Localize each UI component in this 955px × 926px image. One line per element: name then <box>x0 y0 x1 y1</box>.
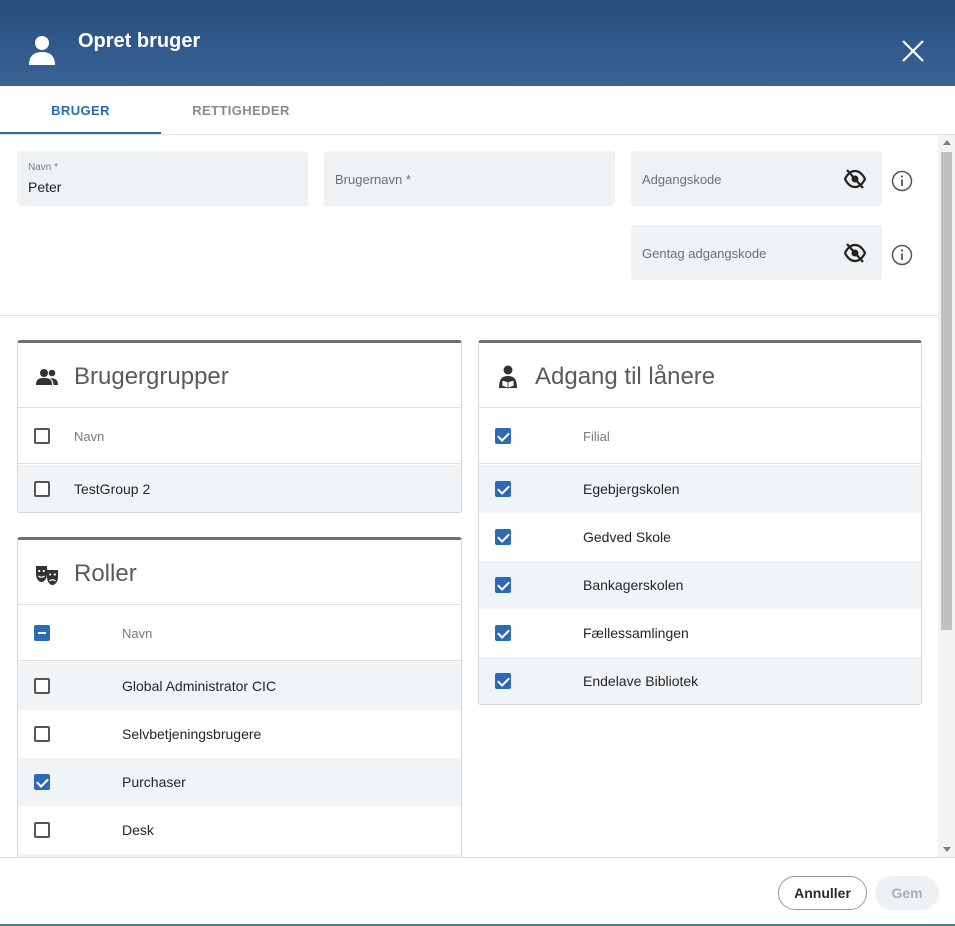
row-label: Desk <box>122 822 154 838</box>
table-row[interactable]: Selvbetjeningsbrugere <box>18 710 461 758</box>
panel-header: Brugergrupper <box>18 343 461 408</box>
vertical-scrollbar[interactable] <box>938 135 955 857</box>
table-row[interactable]: Endelave Bibliotek <box>479 657 921 704</box>
info-icon[interactable] <box>891 170 913 192</box>
table-row[interactable]: Bankagerskolen <box>479 561 921 609</box>
borrower-access-panel: Adgang til lånere Filial Egebjergskolen … <box>478 340 922 705</box>
password-field[interactable]: Adgangskode <box>631 151 882 206</box>
row-label: Selvbetjeningsbrugere <box>122 726 262 742</box>
table-header-row: Filial <box>479 408 921 464</box>
row-checkbox[interactable] <box>495 625 511 641</box>
row-label: Gedved Skole <box>583 529 671 545</box>
roles-panel: Roller Navn Global Administrator CIC Sel… <box>17 537 462 877</box>
section-divider <box>0 315 938 316</box>
tab-bar: BRUGER RETTIGHEDER <box>0 86 955 135</box>
row-label: Fællessamlingen <box>583 625 689 641</box>
table-row[interactable]: Fællessamlingen <box>479 609 921 657</box>
dialog-header: Opret bruger <box>0 0 955 86</box>
people-icon <box>36 369 58 385</box>
row-label: Purchaser <box>122 774 186 790</box>
name-field[interactable]: Navn * Peter <box>17 151 308 206</box>
row-label: Endelave Bibliotek <box>583 673 699 689</box>
select-all-checkbox[interactable] <box>34 428 50 444</box>
panel-header: Adgang til lånere <box>479 343 921 408</box>
table-row[interactable]: Gedved Skole <box>479 513 921 561</box>
select-all-checkbox[interactable] <box>495 428 511 444</box>
tab-rettigheder[interactable]: RETTIGHEDER <box>161 86 321 134</box>
name-field-value: Peter <box>28 179 62 195</box>
scrollbar-thumb[interactable] <box>941 152 952 630</box>
column-header: Navn <box>122 626 153 641</box>
row-checkbox[interactable] <box>495 481 511 497</box>
save-button[interactable]: Gem <box>875 876 939 910</box>
row-label: TestGroup 2 <box>74 481 151 497</box>
panel-title: Adgang til lånere <box>535 363 716 390</box>
table-row[interactable]: Desk <box>18 806 461 854</box>
repeat-password-placeholder: Gentag adgangskode <box>642 246 767 261</box>
reader-icon <box>499 365 517 389</box>
username-field[interactable]: Brugernavn * <box>324 151 615 206</box>
eye-off-icon[interactable] <box>844 169 866 189</box>
row-checkbox[interactable] <box>495 673 511 689</box>
info-icon[interactable] <box>891 244 913 266</box>
scroll-down-arrow-icon[interactable] <box>943 847 951 852</box>
column-header: Filial <box>583 429 610 444</box>
panel-title: Brugergrupper <box>74 363 229 390</box>
tab-bruger[interactable]: BRUGER <box>0 86 161 134</box>
close-icon[interactable] <box>900 38 926 64</box>
theater-masks-icon <box>36 566 58 585</box>
row-checkbox[interactable] <box>34 726 50 742</box>
column-header: Navn <box>74 429 105 444</box>
table-row[interactable]: Global Administrator CIC <box>18 662 461 710</box>
user-icon <box>29 36 55 65</box>
dialog-title: Opret bruger <box>78 30 201 52</box>
table-row[interactable]: Egebjergskolen <box>479 465 921 513</box>
row-label: Global Administrator CIC <box>122 678 277 694</box>
repeat-password-field[interactable]: Gentag adgangskode <box>631 225 882 280</box>
username-placeholder: Brugernavn * <box>335 172 411 187</box>
row-checkbox[interactable] <box>495 577 511 593</box>
eye-off-icon[interactable] <box>844 243 866 263</box>
dialog-footer: Annuller Gem <box>0 857 955 926</box>
password-placeholder: Adgangskode <box>642 172 722 187</box>
select-all-checkbox[interactable] <box>34 625 50 641</box>
scroll-up-arrow-icon[interactable] <box>943 140 951 145</box>
table-header-row: Navn <box>18 605 461 661</box>
row-checkbox[interactable] <box>34 774 50 790</box>
row-checkbox[interactable] <box>495 529 511 545</box>
row-checkbox[interactable] <box>34 481 50 497</box>
row-label: Bankagerskolen <box>583 577 684 593</box>
panel-title: Roller <box>74 560 137 587</box>
row-checkbox[interactable] <box>34 678 50 694</box>
name-field-label: Navn * <box>28 162 59 173</box>
row-label: Egebjergskolen <box>583 481 680 497</box>
user-groups-panel: Brugergrupper Navn TestGroup 2 <box>17 340 462 513</box>
row-checkbox[interactable] <box>34 822 50 838</box>
table-row[interactable]: Purchaser <box>18 758 461 806</box>
table-header-row: Navn <box>18 408 461 464</box>
cancel-button[interactable]: Annuller <box>778 876 867 910</box>
panel-header: Roller <box>18 540 461 605</box>
table-row[interactable]: TestGroup 2 <box>18 465 461 512</box>
